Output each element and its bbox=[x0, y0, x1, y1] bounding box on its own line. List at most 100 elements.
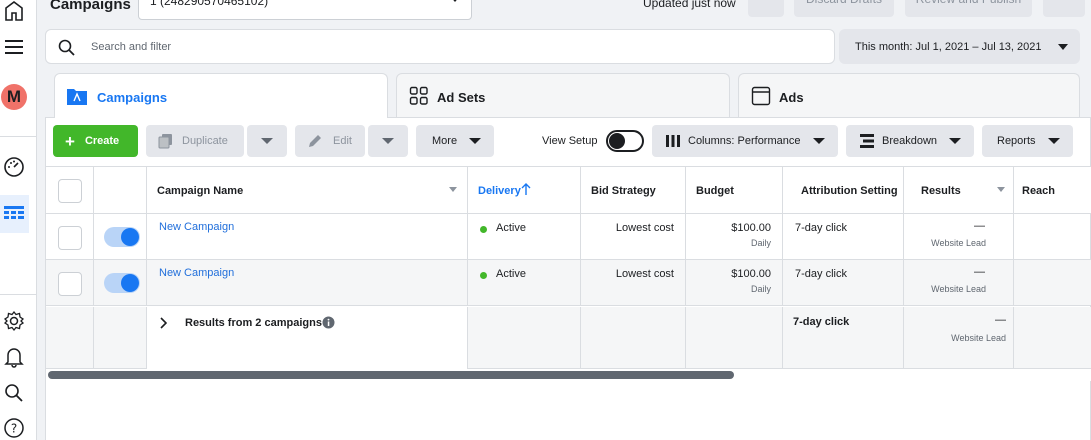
table-row[interactable]: New Campaign Active Lowest cost $100.00 … bbox=[46, 260, 1091, 306]
ad-sets-grid-icon bbox=[409, 86, 428, 105]
edit-button[interactable]: Edit bbox=[295, 125, 365, 157]
row-checkbox[interactable] bbox=[58, 272, 82, 296]
campaigns-folder-icon bbox=[67, 89, 87, 105]
row-select-cell bbox=[46, 260, 94, 306]
reports-label: Reports bbox=[997, 135, 1036, 147]
campaign-name-cell: New Campaign bbox=[147, 260, 468, 306]
top-header: Campaigns 1 (248290570465102) Updated ju… bbox=[37, 0, 1091, 24]
campaign-on-off-toggle[interactable] bbox=[104, 227, 140, 247]
home-icon[interactable] bbox=[0, 0, 28, 22]
rail-divider bbox=[0, 294, 37, 295]
search-icon[interactable] bbox=[0, 381, 28, 405]
results-value: — bbox=[974, 220, 985, 232]
ad-account-value: 1 (248290570465102) bbox=[150, 0, 269, 8]
tab-ad-sets[interactable]: Ad Sets bbox=[396, 73, 730, 118]
results-type: Website Lead bbox=[931, 284, 986, 294]
menu-icon[interactable] bbox=[0, 37, 28, 57]
summary-empty-cell bbox=[468, 307, 581, 369]
horizontal-scrollbar-thumb[interactable] bbox=[48, 371, 734, 379]
toggle-knob bbox=[121, 228, 139, 246]
duplicate-icon bbox=[158, 134, 172, 149]
column-header-delivery[interactable]: Delivery bbox=[468, 167, 581, 214]
table-row[interactable]: New Campaign Active Lowest cost $100.00 … bbox=[46, 214, 1091, 260]
edit-label: Edit bbox=[333, 135, 352, 147]
svg-text:?: ? bbox=[11, 422, 17, 436]
discard-drafts-button[interactable]: Discard Drafts bbox=[794, 0, 894, 17]
budget-value: $100.00 bbox=[731, 268, 771, 280]
summary-results-value: — bbox=[995, 314, 1006, 326]
column-header-campaign-name[interactable]: Campaign Name bbox=[147, 167, 468, 214]
results-cell: — Website Lead bbox=[904, 214, 1014, 260]
refresh-button[interactable] bbox=[748, 0, 784, 17]
edit-dropdown-button[interactable] bbox=[368, 125, 408, 157]
attribution-value: 7-day click bbox=[795, 222, 847, 234]
avatar[interactable]: M bbox=[0, 83, 28, 111]
breakdown-icon bbox=[860, 134, 874, 148]
summary-row: Results from 2 campaigns 7-day click — W… bbox=[46, 307, 1091, 369]
tab-ads[interactable]: Ads bbox=[738, 73, 1080, 118]
column-header-reach[interactable]: Reach bbox=[1014, 167, 1091, 214]
duplicate-label: Duplicate bbox=[182, 135, 228, 147]
help-icon[interactable]: ? bbox=[0, 416, 28, 440]
summary-attribution: 7-day click bbox=[793, 316, 850, 328]
bid-strategy-value: Lowest cost bbox=[615, 222, 674, 234]
column-header-attribution-setting[interactable]: Attribution Setting bbox=[783, 167, 904, 214]
rail-divider bbox=[0, 136, 37, 137]
date-range-label: This month: Jul 1, 2021 – Jul 13, 2021 bbox=[855, 40, 1042, 53]
sort-caret-icon[interactable] bbox=[997, 187, 1005, 192]
attribution-cell: 7-day click bbox=[783, 260, 904, 306]
summary-empty-cell bbox=[1014, 307, 1091, 369]
delivery-cell: Active bbox=[468, 260, 581, 306]
status-dot-icon bbox=[480, 226, 487, 233]
chevron-down-icon bbox=[949, 138, 962, 144]
tab-campaigns[interactable]: Campaigns bbox=[54, 73, 388, 118]
column-header-budget[interactable]: Budget bbox=[686, 167, 783, 214]
attribution-value: 7-day click bbox=[795, 268, 847, 280]
info-icon[interactable] bbox=[322, 316, 335, 329]
select-all-checkbox[interactable] bbox=[58, 179, 82, 203]
summary-empty-cell bbox=[46, 307, 94, 369]
campaigns-table-icon[interactable] bbox=[0, 202, 28, 226]
more-button[interactable]: More bbox=[416, 125, 494, 157]
campaign-name-cell: New Campaign bbox=[147, 214, 468, 260]
budget-value: $100.00 bbox=[731, 222, 771, 234]
row-toggle-cell bbox=[94, 260, 147, 306]
search-bar bbox=[45, 29, 835, 64]
date-range-picker[interactable]: This month: Jul 1, 2021 – Jul 13, 2021 bbox=[839, 29, 1080, 64]
bid-strategy-cell: Lowest cost bbox=[581, 260, 686, 306]
budget-cell[interactable]: $100.00 Daily bbox=[686, 260, 783, 306]
duplicate-dropdown-button[interactable] bbox=[247, 125, 287, 157]
delivery-status: Active bbox=[496, 222, 526, 234]
ad-account-selector[interactable]: 1 (248290570465102) bbox=[138, 0, 472, 20]
duplicate-button[interactable]: Duplicate bbox=[146, 125, 244, 157]
columns-button[interactable]: Columns: Performance bbox=[652, 125, 838, 157]
bell-icon[interactable] bbox=[0, 345, 28, 369]
row-toggle-cell bbox=[94, 214, 147, 260]
column-header-results[interactable]: Results bbox=[904, 167, 1014, 214]
chevron-right-icon[interactable] bbox=[159, 317, 167, 329]
gear-icon[interactable] bbox=[0, 309, 28, 333]
reach-cell bbox=[1014, 214, 1091, 260]
reports-button[interactable]: Reports bbox=[982, 125, 1073, 157]
more-label: More bbox=[432, 135, 458, 147]
delivery-status: Active bbox=[496, 268, 526, 280]
campaign-on-off-toggle[interactable] bbox=[104, 273, 140, 293]
chevron-down-icon bbox=[449, 0, 461, 2]
sort-caret-icon[interactable] bbox=[449, 187, 457, 192]
speedometer-icon[interactable] bbox=[0, 155, 28, 179]
summary-label-cell: Results from 2 campaigns bbox=[147, 307, 468, 369]
breakdown-button[interactable]: Breakdown bbox=[846, 125, 974, 157]
campaign-name-link[interactable]: New Campaign bbox=[159, 221, 234, 233]
search-input[interactable] bbox=[91, 38, 791, 56]
more-options-button[interactable] bbox=[1043, 0, 1085, 17]
last-updated-status: Updated just now bbox=[643, 0, 736, 10]
review-and-publish-button[interactable]: Review and Publish bbox=[905, 0, 1032, 17]
budget-cell[interactable]: $100.00 Daily bbox=[686, 214, 783, 260]
column-header-bid-strategy[interactable]: Bid Strategy bbox=[581, 167, 686, 214]
campaign-name-link[interactable]: New Campaign bbox=[159, 267, 234, 279]
create-button[interactable]: + Create bbox=[53, 125, 138, 157]
reach-cell bbox=[1014, 260, 1091, 306]
summary-results-type: Website Lead bbox=[951, 333, 1006, 343]
row-checkbox[interactable] bbox=[58, 226, 82, 250]
view-setup-toggle[interactable] bbox=[606, 130, 644, 152]
